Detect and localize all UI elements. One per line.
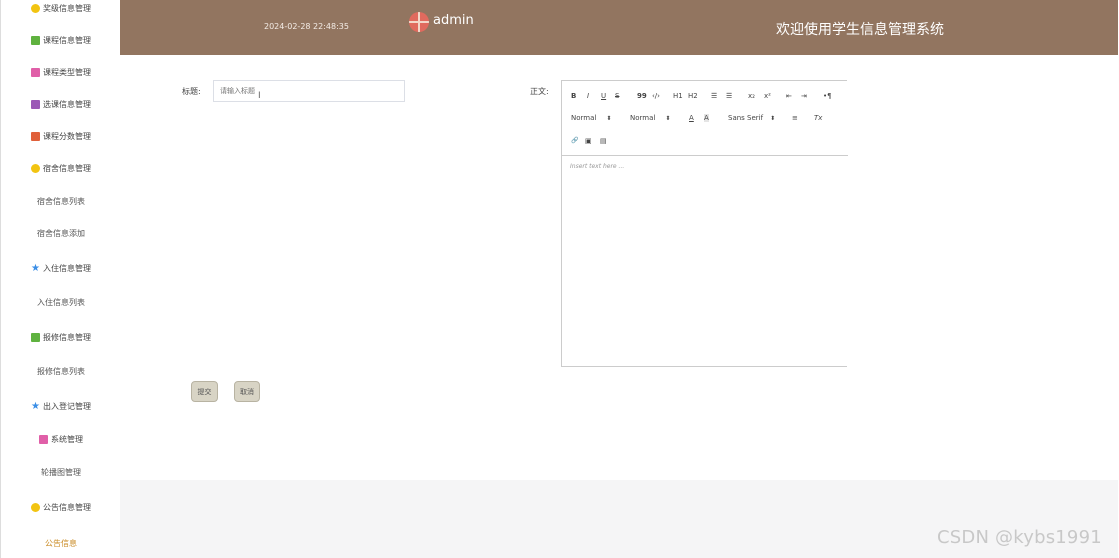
chevron-updown-icon: ⬍ [606, 115, 612, 122]
grid-icon [31, 131, 40, 141]
star-icon: ★ [31, 262, 40, 274]
chat-icon [31, 332, 40, 342]
indent-button[interactable]: ⇥ [801, 92, 807, 100]
font-select[interactable]: Sans Serif ⬍ [728, 114, 775, 122]
sidebar-item-dorm-add[interactable]: 宿舍信息添加 [1, 223, 121, 243]
font-color-button[interactable]: A [689, 114, 694, 122]
flower-icon [31, 163, 40, 173]
top-header: 2024-02-28 22:48:35 admin 欢迎使用学生信息管理系统 [120, 0, 1118, 55]
sidebar-item-label: 奖级信息管理 [43, 3, 91, 13]
font-select-value: Sans Serif [728, 114, 764, 122]
avatar[interactable] [409, 12, 429, 32]
h1-button[interactable]: H1 [673, 92, 683, 100]
header-select-value: Normal [630, 114, 656, 122]
sidebar-item-label: 公告信息管理 [43, 502, 91, 512]
size-select[interactable]: Normal ⬍ [571, 114, 611, 122]
sidebar-item-label: 宿舍信息列表 [37, 196, 85, 206]
sidebar-item-checkin[interactable]: ★ 入住信息管理 [1, 258, 121, 278]
sidebar-item-course-select[interactable]: 选课信息管理 [1, 94, 121, 114]
flower-icon [31, 3, 40, 13]
cancel-button[interactable]: 取消 [234, 381, 260, 402]
sidebar-item-repair-list[interactable]: 报修信息列表 [1, 361, 121, 381]
sidebar-item-label: 课程信息管理 [43, 35, 91, 45]
sidebar-item-carousel[interactable]: 轮播图管理 [1, 462, 121, 482]
sidebar-item-repair[interactable]: 报修信息管理 [1, 327, 121, 347]
chevron-updown-icon: ⬍ [665, 115, 671, 122]
bullet-list-button[interactable]: ☰ [726, 92, 732, 100]
sidebar-item-system[interactable]: 系统管理 [1, 429, 121, 449]
sidebar-item-label: 报修信息管理 [43, 332, 91, 342]
body-label: 正文: [530, 87, 549, 96]
outdent-button[interactable]: ⇤ [786, 92, 792, 100]
underline-button[interactable]: U [601, 92, 606, 100]
chat-icon [31, 35, 40, 45]
sidebar-item-checkin-list[interactable]: 入住信息列表 [1, 292, 121, 312]
header-username[interactable]: admin [433, 13, 474, 28]
editor-body[interactable]: Insert text here ... [562, 157, 848, 367]
sidebar-item-label: 宿舍信息添加 [37, 228, 85, 238]
sidebar-item-course-info[interactable]: 课程信息管理 [1, 30, 121, 50]
sidebar-item-dorm-list[interactable]: 宿舍信息列表 [1, 191, 121, 211]
background-color-button[interactable]: A [704, 114, 709, 122]
submit-button[interactable]: 提交 [191, 381, 218, 402]
bold-button[interactable]: B [571, 92, 576, 100]
ordered-list-button[interactable]: ☰ [711, 92, 717, 100]
sidebar-item-label: 入住信息列表 [37, 297, 85, 307]
sidebar-item-notice-info[interactable]: 公告信息 [1, 533, 121, 553]
doc-icon [31, 67, 40, 77]
sidebar-item-label: 选课信息管理 [43, 99, 91, 109]
doc-icon [39, 434, 48, 444]
sidebar-item-label: 系统管理 [51, 434, 83, 444]
sidebar-item-notice[interactable]: 公告信息管理 [1, 497, 121, 517]
editor-placeholder: Insert text here ... [570, 163, 625, 170]
image-icon[interactable]: ▣ [585, 137, 592, 145]
page-title: 欢迎使用学生信息管理系统 [776, 22, 944, 38]
sidebar: 奖级信息管理 课程信息管理 课程类型管理 选课信息管理 课程分数管理 宿舍信息管… [0, 0, 120, 558]
align-button[interactable]: ≡ [792, 114, 798, 122]
strike-button[interactable]: S [615, 92, 619, 100]
sidebar-item-course-score[interactable]: 课程分数管理 [1, 126, 121, 146]
sidebar-item-label: 出入登记管理 [42, 401, 91, 411]
superscript-button[interactable]: x² [764, 92, 771, 100]
header-datetime: 2024-02-28 22:48:35 [264, 22, 349, 31]
sidebar-item-entry-log[interactable]: ★ 出入登记管理 [1, 396, 121, 416]
title-label: 标题: [182, 87, 201, 96]
blockquote-button[interactable]: 99 [637, 92, 647, 100]
link-icon[interactable]: 🔗 [571, 137, 578, 144]
subscript-button[interactable]: x₂ [748, 92, 755, 100]
sidebar-item-dorm[interactable]: 宿舍信息管理 [1, 158, 121, 178]
sidebar-item-label: 课程类型管理 [43, 67, 91, 77]
stack-icon [31, 99, 40, 109]
header-select[interactable]: Normal ⬍ [630, 114, 670, 122]
sidebar-item-label: 报修信息列表 [37, 366, 85, 376]
code-button[interactable]: ‹/› [652, 92, 660, 100]
italic-button[interactable]: I [587, 92, 589, 100]
direction-button[interactable]: •¶ [823, 92, 832, 100]
sidebar-item-label: 轮播图管理 [41, 467, 81, 477]
sidebar-item-course-type[interactable]: 课程类型管理 [1, 62, 121, 82]
size-select-value: Normal [571, 114, 597, 122]
sidebar-item-label: 宿舍信息管理 [43, 163, 91, 173]
text-cursor-icon: I [258, 91, 261, 101]
watermark: CSDN @kybs1991 [937, 527, 1102, 548]
title-input[interactable] [213, 80, 405, 102]
rich-text-editor: B I U S 99 ‹/› H1 H2 ☰ ☰ x₂ x² ⇤ ⇥ •¶ No… [561, 80, 848, 367]
h2-button[interactable]: H2 [688, 92, 698, 100]
clean-format-button[interactable]: Tx [814, 114, 822, 122]
star-icon: ★ [31, 400, 40, 412]
sidebar-item-label: 入住信息管理 [42, 263, 91, 273]
sidebar-item-label: 课程分数管理 [43, 131, 91, 141]
editor-toolbar: B I U S 99 ‹/› H1 H2 ☰ ☰ x₂ x² ⇤ ⇥ •¶ No… [562, 81, 848, 156]
chevron-updown-icon: ⬍ [770, 115, 776, 122]
sidebar-item-label: 公告信息 [45, 538, 77, 548]
video-icon[interactable]: ▤ [600, 137, 607, 145]
flower-icon [31, 502, 40, 512]
sidebar-item-award[interactable]: 奖级信息管理 [1, 0, 121, 18]
